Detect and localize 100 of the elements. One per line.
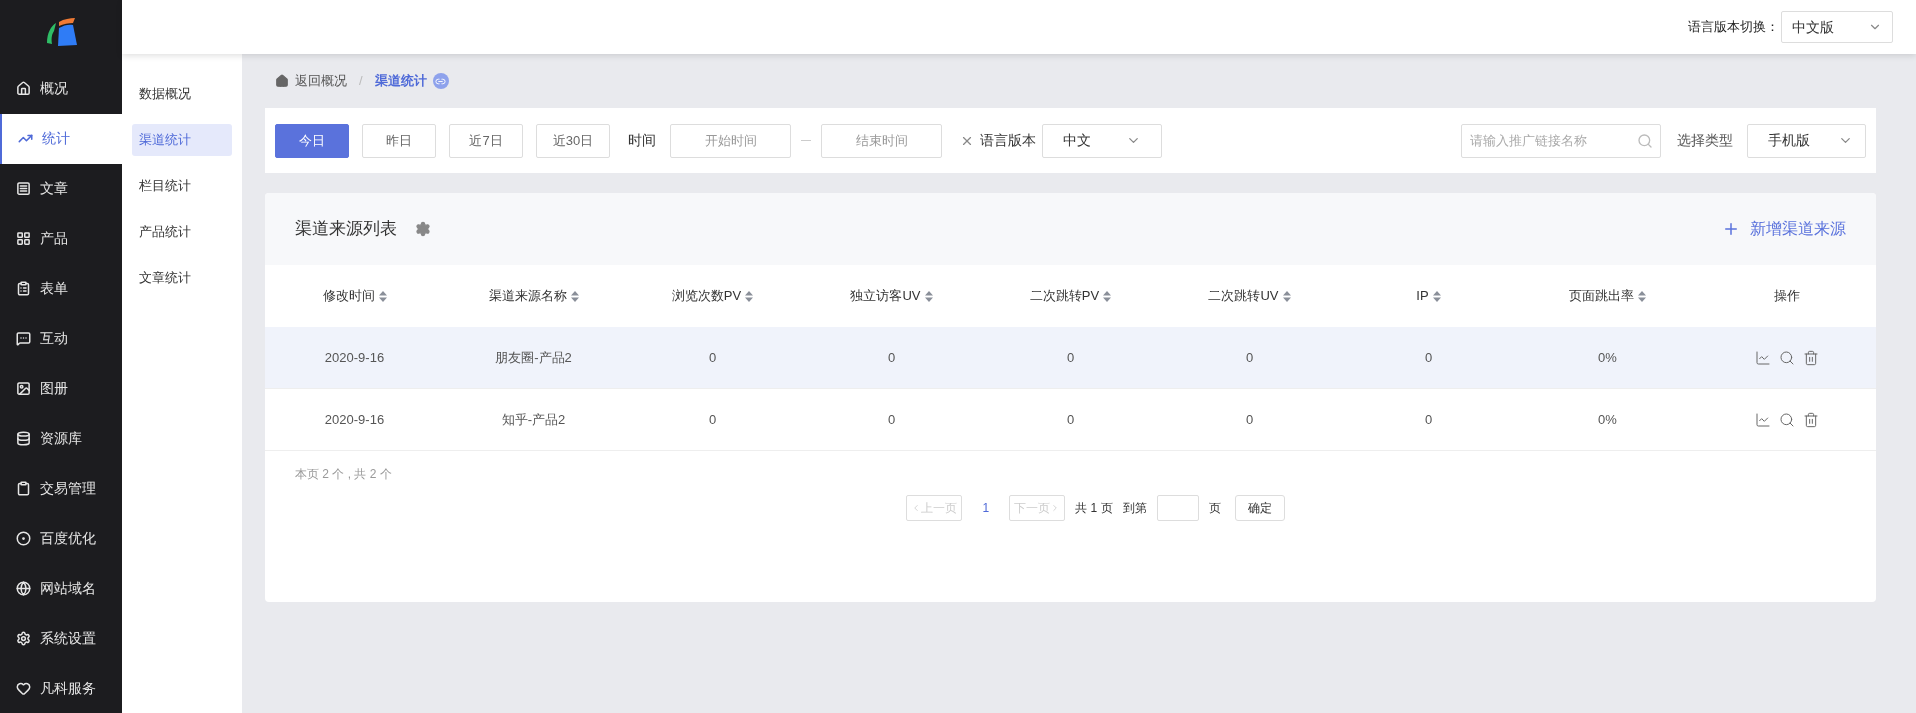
language-version-label: 语言版本	[980, 131, 1036, 150]
database-icon	[16, 430, 31, 446]
sidebar-item[interactable]: 文章	[0, 163, 122, 214]
table-cell-text: 2020-9-16	[324, 348, 385, 367]
language-select[interactable]: 中文版	[1781, 11, 1893, 43]
subnav-item[interactable]: 文章统计	[132, 262, 232, 294]
table-cell-text: 0	[708, 410, 717, 429]
table-cell-text: 0	[887, 410, 896, 429]
sort-icon[interactable]	[1282, 290, 1291, 302]
table-cell-text: 0%	[1598, 348, 1617, 367]
card-title: 渠道来源列表	[295, 218, 397, 241]
table-cell-text: 0	[1245, 410, 1254, 429]
sidebar-item[interactable]: 图册	[0, 363, 122, 414]
page-unit: 页	[1208, 500, 1221, 517]
sort-icon[interactable]	[570, 290, 579, 302]
table-cell-text: 0	[708, 348, 717, 367]
column-header: 修改时间	[265, 286, 444, 306]
sidebar-item[interactable]: 资源库	[0, 413, 122, 464]
globe-icon	[16, 580, 31, 596]
settings-icon	[16, 630, 31, 646]
target-icon	[16, 530, 31, 546]
sort-icon[interactable]	[924, 290, 933, 302]
page-input[interactable]	[1156, 495, 1199, 521]
table-cell-text: 0%	[1598, 410, 1617, 429]
clipboard-list-icon	[16, 281, 31, 297]
subnav-item[interactable]: 渠道统计	[132, 124, 232, 156]
sidebar-item[interactable]: 交易管理	[0, 463, 122, 514]
sort-icon[interactable]	[1103, 290, 1112, 302]
sort-icon[interactable]	[1432, 290, 1441, 302]
date-range-button[interactable]: 近7日	[449, 123, 523, 158]
sidebar-item[interactable]: 网站域名	[0, 563, 122, 614]
type-label: 选择类型	[1677, 131, 1733, 150]
table-row[interactable]: 2020-9-16 朋友圈-产品2 0 0 0 0 0 0%	[265, 327, 1876, 389]
table-cell-text: 知乎-产品2	[501, 410, 566, 429]
table-cell-text: 朋友圈-产品2	[495, 348, 572, 367]
search-icon[interactable]	[1778, 411, 1795, 428]
home-icon	[16, 81, 31, 97]
column-header: 二次跳转UV	[1160, 286, 1339, 306]
column-header: 操作	[1772, 287, 1801, 306]
total-pages: 共 1 页	[1075, 500, 1113, 517]
plus-icon	[1722, 220, 1740, 238]
settings-icon[interactable]	[415, 221, 431, 237]
page-summary: 本页 2 个 , 共 2 个	[295, 467, 392, 481]
column-header: 渠道来源名称	[444, 286, 623, 306]
date-range-button[interactable]: 今日	[275, 123, 349, 158]
column-header: IP	[1339, 286, 1518, 306]
line-chart-icon[interactable]	[1754, 411, 1771, 428]
home-icon	[275, 74, 289, 88]
sidebar-item[interactable]: 表单	[0, 263, 122, 314]
sidebar-item[interactable]: 概况	[0, 63, 122, 114]
heart-icon	[16, 680, 31, 696]
end-time-field[interactable]: 结束时间	[821, 123, 942, 158]
table-cell-text: 2020-9-16	[324, 410, 385, 429]
column-header: 页面跳出率	[1518, 286, 1697, 306]
trash-icon[interactable]	[1802, 411, 1819, 428]
column-header: 浏览次数PV	[623, 286, 802, 306]
breadcrumb-back-link[interactable]: 返回概况	[295, 71, 347, 91]
document-icon	[16, 181, 31, 197]
language-version-select[interactable]: 中文	[1042, 123, 1162, 158]
line-chart-icon[interactable]	[1754, 349, 1771, 366]
breadcrumb-current: 渠道统计	[374, 72, 427, 91]
page-number[interactable]: 1	[972, 499, 1000, 517]
sidebar-item[interactable]: 凡科服务	[0, 663, 122, 713]
sidebar-item[interactable]: 产品	[0, 213, 122, 264]
sort-icon[interactable]	[378, 290, 387, 302]
grid-icon	[16, 231, 31, 247]
table-cell-text: 0	[1066, 410, 1075, 429]
clipboard-icon	[16, 480, 31, 496]
breadcrumb-separator: /	[359, 72, 363, 91]
column-header: 二次跳转PV	[981, 286, 1160, 306]
type-select[interactable]: 手机版	[1747, 123, 1866, 158]
date-range-button[interactable]: 昨日	[362, 123, 436, 158]
table-cell-text: 0	[1424, 348, 1433, 367]
sidebar-item[interactable]: 互动	[0, 313, 122, 364]
sidebar-item[interactable]: 系统设置	[0, 613, 122, 664]
link-icon	[432, 73, 449, 89]
trash-icon[interactable]	[1802, 349, 1819, 366]
confirm-button[interactable]: 确定	[1234, 495, 1285, 521]
image-icon	[16, 381, 31, 396]
search-icon[interactable]	[1778, 349, 1795, 366]
subnav-item[interactable]: 栏目统计	[132, 170, 232, 202]
table-cell-text: 0	[1066, 348, 1075, 367]
sidebar-item[interactable]: 百度优化	[0, 513, 122, 564]
table-cell-text: 0	[1424, 410, 1433, 429]
sort-icon[interactable]	[1638, 290, 1646, 302]
time-label: 时间	[628, 131, 656, 150]
sort-icon[interactable]	[745, 290, 754, 302]
column-header: 独立访客UV	[802, 286, 981, 306]
start-time-field[interactable]: 开始时间	[670, 123, 791, 158]
search-field[interactable]: 请输入推广链接名称	[1461, 123, 1661, 158]
table-cell-text: 0	[1245, 348, 1254, 367]
add-source-button[interactable]: 新增渠道来源	[1722, 217, 1846, 241]
subnav-item[interactable]: 产品统计	[132, 216, 232, 248]
table-cell-text: 0	[887, 348, 896, 367]
language-switch-label: 语言版本切换：	[1688, 18, 1779, 37]
sidebar-item[interactable]: 统计	[0, 113, 122, 164]
chat-icon	[16, 331, 31, 347]
subnav-item[interactable]: 数据概况	[132, 78, 232, 110]
goto-label: 到第	[1122, 500, 1147, 517]
date-range-button[interactable]: 近30日	[536, 123, 610, 158]
